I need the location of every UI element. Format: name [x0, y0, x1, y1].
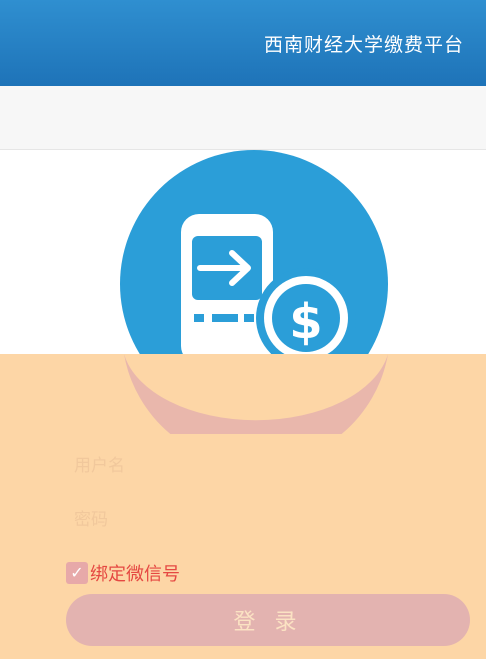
- sub-header-bar: [0, 86, 486, 150]
- checkmark-icon: ✓: [70, 563, 84, 582]
- bind-wechat-checkbox[interactable]: ✓: [66, 562, 88, 584]
- logo-reflection-shape: [124, 354, 388, 434]
- logo-reflection: [124, 354, 388, 434]
- password-input[interactable]: [74, 502, 444, 538]
- page-title: 西南财经大学缴费平台: [263, 34, 464, 56]
- bind-wechat-label: 绑定微信号: [90, 564, 180, 585]
- keypad-dot: [244, 314, 254, 322]
- keypad-dot: [212, 314, 238, 322]
- username-input[interactable]: [74, 448, 444, 484]
- dollar-icon: $: [289, 294, 322, 350]
- app-header: 西南财经大学缴费平台: [0, 0, 486, 86]
- bind-wechat-row[interactable]: ✓ 绑定微信号: [66, 560, 180, 586]
- login-button[interactable]: 登 录: [66, 594, 470, 646]
- keypad-dot: [194, 314, 204, 322]
